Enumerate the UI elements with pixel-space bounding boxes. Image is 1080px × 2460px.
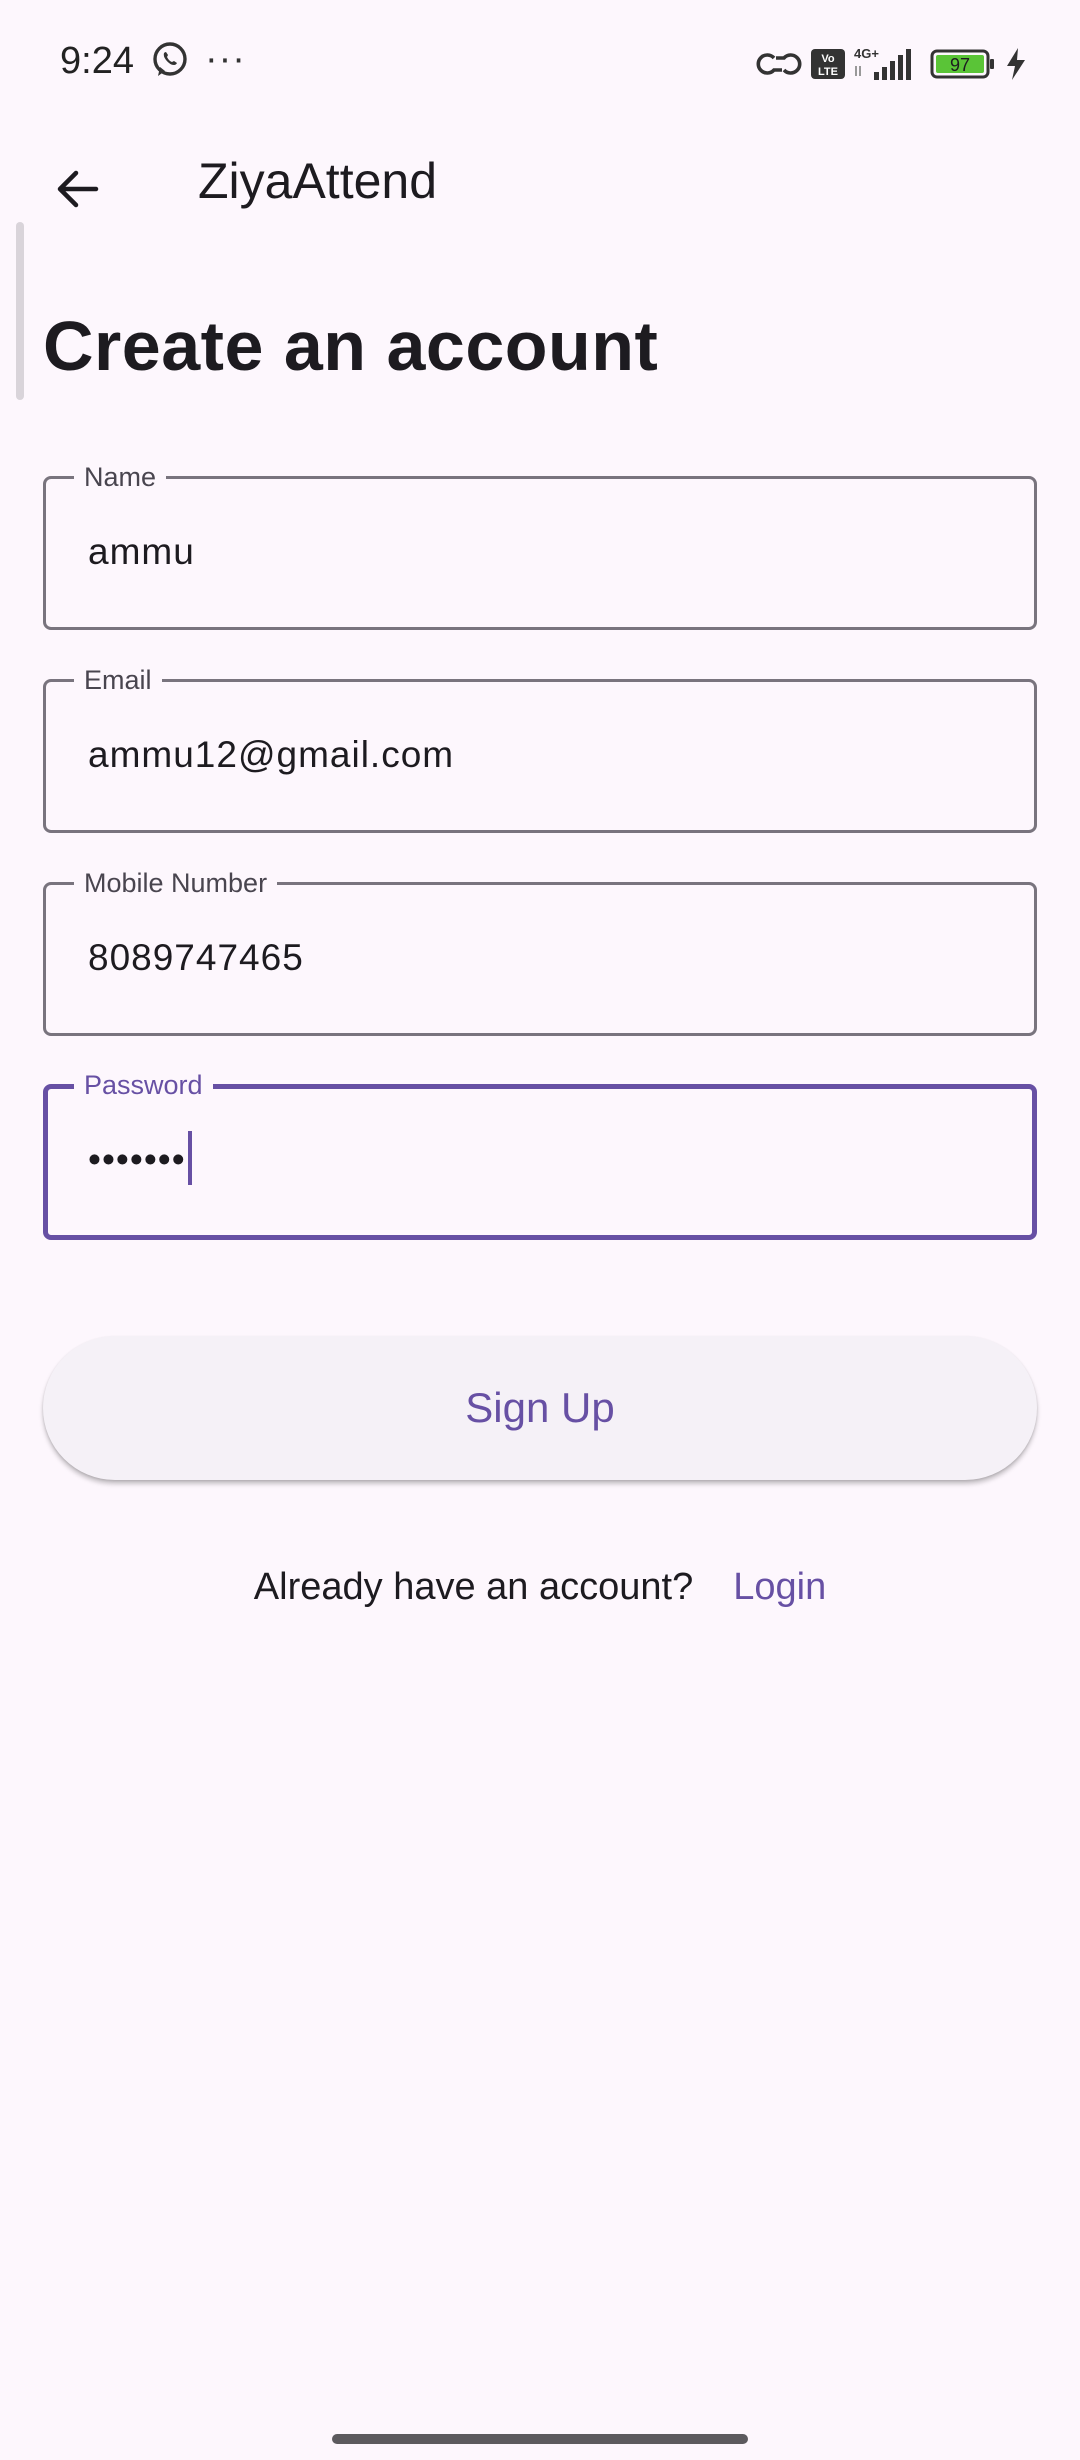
- svg-text:LTE: LTE: [818, 66, 838, 78]
- password-field-value-wrap: •••••••: [88, 1131, 192, 1189]
- login-row: Already have an account? Login: [0, 1566, 1080, 1609]
- password-field-value: •••••••: [88, 1138, 186, 1180]
- svg-text:Vo: Vo: [821, 53, 835, 65]
- more-notifications-icon: ···: [205, 38, 246, 80]
- name-field-value: ammu: [88, 531, 195, 572]
- login-prompt: Already have an account?: [253, 1566, 694, 1608]
- scrollbar[interactable]: [16, 222, 24, 400]
- login-link[interactable]: Login: [733, 1566, 826, 1608]
- network-label: 4G+: [854, 46, 879, 61]
- name-field[interactable]: Name ammu: [43, 461, 1037, 630]
- whatsapp-icon: [153, 42, 187, 76]
- battery-level: 97: [950, 55, 970, 75]
- status-time: 9:24: [60, 40, 134, 82]
- name-field-label: Name: [74, 461, 167, 493]
- app-bar: ZiyaAttend: [0, 130, 1080, 230]
- email-field[interactable]: Email ammu12@gmail.com: [43, 664, 1037, 833]
- text-cursor: [187, 1131, 192, 1185]
- app-title: ZiyaAttend: [198, 153, 438, 209]
- page-title: Create an account: [43, 307, 659, 385]
- email-field-label: Email: [74, 664, 162, 696]
- mobile-number-field-value: 8089747465: [88, 937, 304, 978]
- status-bar: 9:24 ··· Vo LTE 4G+ 97: [0, 0, 1080, 130]
- signup-screen: 9:24 ··· Vo LTE 4G+ 97 ZiyaAttend Create…: [0, 0, 1080, 2460]
- mobile-number-field-label: Mobile Number: [74, 867, 278, 899]
- home-indicator[interactable]: [332, 2434, 748, 2444]
- password-field-label: Password: [74, 1069, 213, 1101]
- signal-icon: 4G+: [854, 46, 911, 80]
- sign-up-button[interactable]: Sign Up: [43, 1336, 1037, 1480]
- email-field-value: ammu12@gmail.com: [88, 734, 455, 775]
- password-field[interactable]: Password •••••••: [43, 1069, 1037, 1240]
- charging-icon: [1007, 48, 1025, 80]
- back-button[interactable]: [40, 152, 114, 226]
- battery-icon: 97: [930, 49, 994, 79]
- arrow-back-icon: [57, 170, 99, 208]
- mobile-number-field[interactable]: Mobile Number 8089747465: [43, 867, 1037, 1036]
- link-icon: [756, 53, 802, 75]
- volte-icon: Vo LTE: [811, 49, 845, 79]
